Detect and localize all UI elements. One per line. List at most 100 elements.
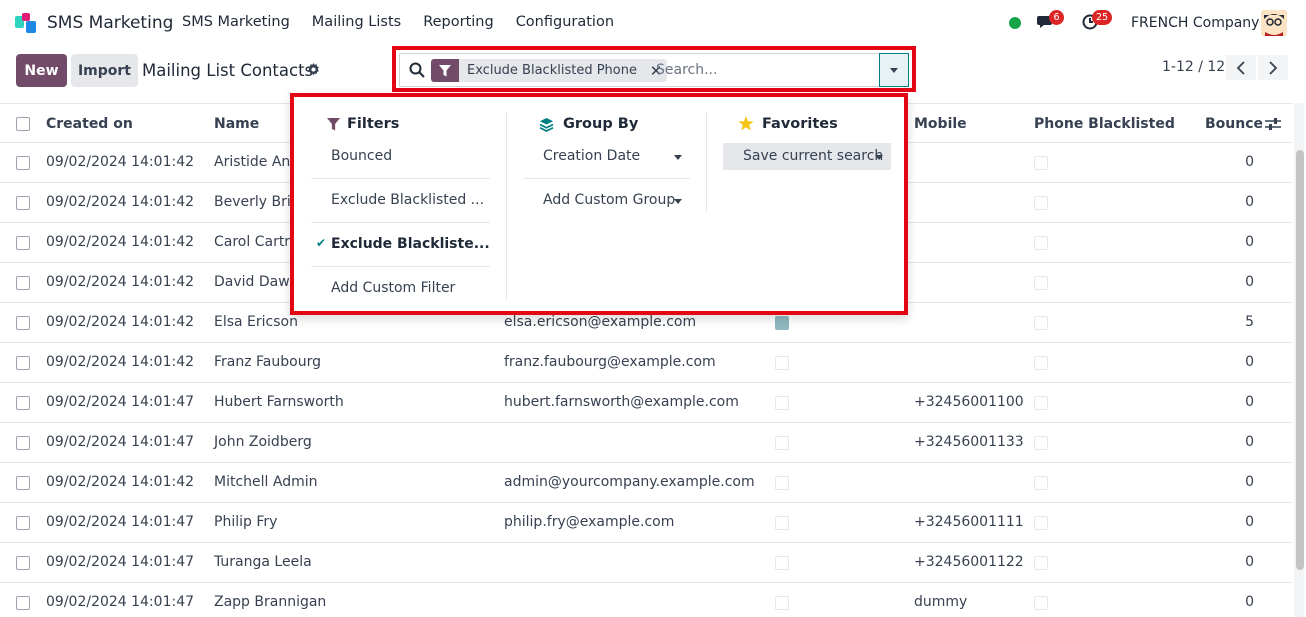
cell-phone-blacklisted-checkbox bbox=[1034, 436, 1048, 450]
row-select-checkbox[interactable] bbox=[16, 356, 30, 370]
list-scrollbar-thumb[interactable] bbox=[1296, 150, 1304, 570]
caret-down-icon[interactable] bbox=[674, 199, 682, 204]
cell-name: Aristide Ant bbox=[214, 154, 296, 170]
cell-phone-blacklisted-checkbox bbox=[1034, 556, 1048, 570]
group-by-creation-date[interactable]: Creation Date bbox=[543, 148, 640, 164]
company-switcher[interactable]: FRENCH Company bbox=[1131, 15, 1259, 31]
row-select-checkbox[interactable] bbox=[16, 196, 30, 210]
cell-name: John Zoidberg bbox=[214, 434, 312, 450]
cell-phone-blacklisted-checkbox bbox=[1034, 236, 1048, 250]
column-settings-icon[interactable] bbox=[1265, 117, 1281, 131]
filter-bounced[interactable]: Bounced bbox=[331, 148, 392, 164]
top-navbar: SMS Marketing SMS Marketing Mailing List… bbox=[0, 0, 1306, 46]
column-divider bbox=[706, 112, 707, 213]
cell-email-blacklisted-checkbox bbox=[775, 396, 789, 410]
main-menu: SMS Marketing Mailing Lists Reporting Co… bbox=[182, 14, 636, 30]
cell-bounce: 5 bbox=[1245, 314, 1254, 330]
cell-email-blacklisted-checkbox bbox=[775, 596, 789, 610]
cell-name: Philip Fry bbox=[214, 514, 278, 530]
col-name[interactable]: Name bbox=[214, 116, 259, 132]
menu-reporting[interactable]: Reporting bbox=[423, 14, 494, 30]
cell-mobile: dummy bbox=[914, 594, 968, 610]
cell-phone-blacklisted-checkbox bbox=[1034, 476, 1048, 490]
cell-bounce: 0 bbox=[1245, 514, 1254, 530]
cell-name: Zapp Brannigan bbox=[214, 594, 327, 610]
caret-down-icon[interactable] bbox=[674, 155, 682, 160]
row-select-checkbox[interactable] bbox=[16, 476, 30, 490]
row-select-checkbox[interactable] bbox=[16, 596, 30, 610]
gear-icon[interactable] bbox=[307, 63, 320, 76]
menu-configuration[interactable]: Configuration bbox=[516, 14, 614, 30]
cell-created-on: 09/02/2024 14:01:42 bbox=[46, 194, 195, 210]
add-custom-group[interactable]: Add Custom Group bbox=[543, 192, 675, 208]
menu-mailing-lists[interactable]: Mailing Lists bbox=[312, 14, 401, 30]
cell-created-on: 09/02/2024 14:01:47 bbox=[46, 434, 195, 450]
table-row[interactable]: 09/02/2024 14:01:47 Philip Fry philip.fry@… bbox=[0, 503, 1292, 543]
row-select-checkbox[interactable] bbox=[16, 236, 30, 250]
search-input[interactable] bbox=[656, 58, 876, 82]
facet-filter-icon bbox=[431, 59, 459, 82]
chevron-left-icon bbox=[1236, 60, 1245, 75]
col-mobile[interactable]: Mobile bbox=[914, 116, 967, 132]
row-select-checkbox[interactable] bbox=[16, 156, 30, 170]
group-by-divider bbox=[523, 178, 690, 179]
table-row[interactable]: 09/02/2024 14:01:42 Franz Faubourg franz.f… bbox=[0, 343, 1292, 383]
select-all-checkbox[interactable] bbox=[16, 117, 30, 131]
table-row[interactable]: 09/02/2024 14:01:42 Mitchell Admin admin@y… bbox=[0, 463, 1292, 503]
caret-down-icon[interactable] bbox=[875, 155, 883, 160]
new-button[interactable]: New bbox=[16, 54, 67, 87]
table-row[interactable]: 09/02/2024 14:01:47 Zapp Brannigan dummy 0 bbox=[0, 583, 1292, 617]
cell-email-blacklisted-checkbox bbox=[775, 356, 789, 370]
layers-icon bbox=[539, 117, 554, 132]
filter-exclude-blacklisted-phone[interactable]: Exclude Blackliste... bbox=[331, 236, 490, 252]
menu-sms-marketing[interactable]: SMS Marketing bbox=[182, 14, 290, 30]
app-name[interactable]: SMS Marketing bbox=[47, 13, 173, 33]
row-select-checkbox[interactable] bbox=[16, 436, 30, 450]
cell-bounce: 0 bbox=[1245, 274, 1254, 290]
cell-phone-blacklisted-checkbox bbox=[1034, 196, 1048, 210]
cell-phone-blacklisted-checkbox bbox=[1034, 156, 1048, 170]
col-created-on[interactable]: Created on bbox=[46, 116, 133, 132]
cell-bounce: 0 bbox=[1245, 554, 1254, 570]
cell-name: Carol Cartric bbox=[214, 234, 302, 250]
row-select-checkbox[interactable] bbox=[16, 556, 30, 570]
row-select-checkbox[interactable] bbox=[16, 396, 30, 410]
filter-exclude-blacklisted-email[interactable]: Exclude Blacklisted ... bbox=[331, 192, 484, 208]
chat-count-badge: 6 bbox=[1049, 10, 1064, 25]
cell-created-on: 09/02/2024 14:01:42 bbox=[46, 154, 195, 170]
row-select-checkbox[interactable] bbox=[16, 316, 30, 330]
pager-previous-button[interactable] bbox=[1226, 55, 1256, 80]
import-button[interactable]: Import bbox=[71, 54, 138, 87]
presence-status-dot[interactable] bbox=[1009, 17, 1021, 29]
cell-name: Turanga Leela bbox=[214, 554, 312, 570]
filters-heading: Filters bbox=[347, 116, 400, 132]
cell-name: Franz Faubourg bbox=[214, 354, 321, 370]
pager-value[interactable]: 1-12 / 12 bbox=[1162, 59, 1225, 75]
search-options-toggle[interactable] bbox=[879, 53, 909, 87]
cell-created-on: 09/02/2024 14:01:42 bbox=[46, 354, 195, 370]
column-divider bbox=[506, 112, 507, 300]
cell-email: admin@yourcompany.example.com bbox=[504, 474, 755, 490]
user-avatar[interactable] bbox=[1261, 10, 1287, 36]
table-row[interactable]: 09/02/2024 14:01:47 Turanga Leela +3245600… bbox=[0, 543, 1292, 583]
table-row[interactable]: 09/02/2024 14:01:47 Hubert Farnsworth hube… bbox=[0, 383, 1292, 423]
cell-bounce: 0 bbox=[1245, 154, 1254, 170]
page-title: Mailing List Contacts bbox=[142, 61, 314, 80]
add-custom-filter[interactable]: Add Custom Filter bbox=[331, 280, 455, 296]
pager-next-button[interactable] bbox=[1258, 55, 1288, 80]
filters-divider bbox=[311, 178, 490, 179]
filter-icon bbox=[327, 118, 340, 131]
col-bounce[interactable]: Bounce bbox=[1205, 116, 1263, 132]
col-phone-blacklisted[interactable]: Phone Blacklisted bbox=[1034, 116, 1175, 132]
cell-email: hubert.farnsworth@example.com bbox=[504, 394, 739, 410]
cell-bounce: 0 bbox=[1245, 194, 1254, 210]
table-row[interactable]: 09/02/2024 14:01:47 John Zoidberg +3245600… bbox=[0, 423, 1292, 463]
cell-mobile: +32456001122 bbox=[914, 554, 1024, 570]
cell-email-blacklisted-checkbox bbox=[775, 436, 789, 450]
star-icon bbox=[738, 116, 754, 131]
row-select-checkbox[interactable] bbox=[16, 276, 30, 290]
sms-marketing-logo-icon[interactable] bbox=[14, 12, 38, 34]
cell-name: Elsa Ericson bbox=[214, 314, 298, 330]
save-current-search[interactable]: Save current search bbox=[743, 148, 883, 164]
row-select-checkbox[interactable] bbox=[16, 516, 30, 530]
